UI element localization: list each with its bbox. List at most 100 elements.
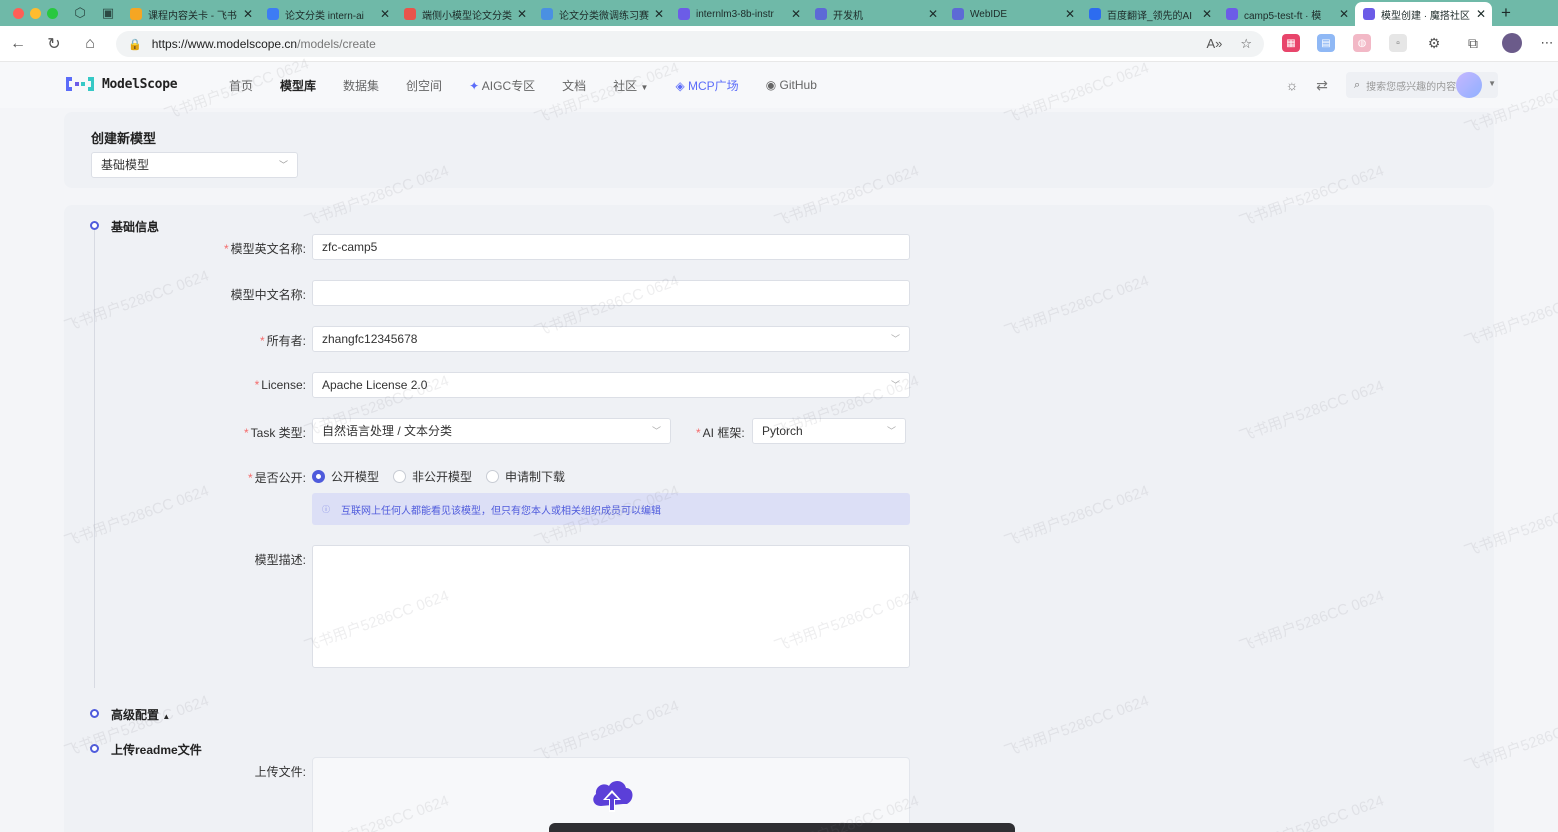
tab-favicon-icon [541,8,553,20]
nav-community[interactable]: 社区 ▼ [613,77,648,94]
tab-close-icon[interactable]: ✕ [243,7,253,21]
favorite-star-icon[interactable]: ☆ [1240,36,1252,52]
radio-apply[interactable]: 申请制下载 [486,468,565,485]
desc-textarea[interactable] [312,545,910,668]
close-window-button[interactable] [13,7,24,19]
step-readme-dot [90,744,99,753]
tab-favicon-icon [1363,8,1375,20]
browser-tab[interactable]: 课程内容关卡 - 飞书 ✕ [122,2,259,26]
nav-github[interactable]: ◉ GitHub [766,78,817,92]
tab-close-icon[interactable]: ✕ [1476,7,1486,21]
extension-gray-icon[interactable]: ▫ [1389,34,1407,52]
public-notice-text: 互联网上任何人都能看见该模型，但只有您本人或相关组织成员可以编辑 [341,505,661,517]
model-type-value: 基础模型 [101,158,150,172]
user-avatar[interactable] [1456,72,1482,98]
model-type-select[interactable]: 基础模型 ﹀ [91,152,298,178]
cn-name-input[interactable] [312,280,910,306]
browser-tab[interactable]: 开发机 ✕ [807,2,944,26]
upload-label: 上传文件: [254,765,306,779]
browser-tab[interactable]: internlm3-8b-instr ✕ [670,2,807,26]
browser-tab[interactable]: 论文分类微调练习赛 ✕ [533,2,670,26]
back-button[interactable]: ← [0,35,36,53]
tab-title: internlm3-8b-instr [696,8,774,20]
profile-avatar[interactable] [1502,33,1522,53]
extension-red-icon[interactable]: ▦ [1282,34,1300,52]
browser-tab[interactable]: 模型创建 · 魔搭社区 ✕ [1355,2,1492,26]
main-nav: 首页 模型库 数据集 创空间 ✦ AIGC专区 文档 社区 ▼ ◈ MCP广场 … [229,62,844,108]
nav-aigc[interactable]: ✦ AIGC专区 [469,77,535,94]
owner-select[interactable]: zhangfc12345678 ﹀ [312,326,910,352]
nav-models[interactable]: 模型库 [280,77,316,94]
nav-home[interactable]: 首页 [229,77,253,94]
nav-studios[interactable]: 创空间 [406,77,442,94]
browser-tab[interactable]: 端侧小模型论文分类 ✕ [396,2,533,26]
owner-value: zhangfc12345678 [322,332,418,346]
task-label-text: Task 类型 [250,426,303,440]
tab-close-icon[interactable]: ✕ [1339,7,1349,21]
tab-favicon-icon [1089,8,1101,20]
public-label-text: 是否公开 [254,471,303,485]
browser-tab[interactable]: WebIDE ✕ [944,2,1081,26]
framework-value: Pytorch [762,424,803,438]
tab-title: 百度翻译_领先的AI [1107,10,1193,22]
mcp-icon: ◈ [675,78,685,93]
license-select[interactable]: Apache License 2.0 ﹀ [312,372,910,398]
tab-close-icon[interactable]: ✕ [1202,7,1212,21]
tab-close-icon[interactable]: ✕ [928,7,938,21]
maximize-window-button[interactable] [47,7,58,19]
radio-public[interactable]: 公开模型 [312,468,379,485]
nav-datasets[interactable]: 数据集 [343,77,379,94]
framework-select[interactable]: Pytorch ﹀ [752,418,906,444]
tab-actions-icon[interactable]: ▣ [94,0,122,26]
url-host: https://www.modelscope.cn [151,37,298,51]
browser-tab[interactable]: 百度翻译_领先的AI ✕ [1081,2,1218,26]
en-name-input[interactable]: zfc-camp5 [312,234,910,260]
en-name-label: * 模型英文名称: [223,242,306,256]
avatar-chevron-icon[interactable]: ▼ [1488,79,1496,88]
more-menu-icon[interactable]: ⋯ [1538,34,1556,52]
modelscope-logo[interactable]: ModelScope [64,75,178,93]
read-aloud-icon[interactable]: A» [1206,36,1222,52]
theme-toggle-icon[interactable]: ☼ [1280,77,1304,93]
task-value: 自然语言处理 / 文本分类 [322,424,453,438]
nav-docs[interactable]: 文档 [562,77,586,94]
license-label-text: License [261,378,303,392]
chevron-down-icon: ﹀ [890,334,900,344]
url-field[interactable]: 🔒 https://www.modelscope.cn/models/creat… [116,31,1264,57]
new-tab-button[interactable]: + [1492,3,1520,23]
collections-icon[interactable]: ⧉ [1464,34,1482,52]
reload-button[interactable]: ↻ [36,34,72,54]
chevron-down-icon: ﹀ [278,160,288,170]
github-icon: ◉ [765,78,777,92]
workspaces-icon[interactable]: ⬡ [66,0,94,26]
tab-close-icon[interactable]: ✕ [654,7,664,21]
home-button[interactable]: ⌂ [72,35,108,53]
section-advanced-title[interactable]: 高级配置 ▲ [111,706,170,723]
tab-favicon-icon [815,8,827,20]
browser-tab[interactable]: camp5-test-ft · 模 ✕ [1218,2,1355,26]
upload-dropzone[interactable] [312,757,910,832]
extension-pink-icon[interactable]: ◍ [1353,34,1371,52]
radio-checked-icon [312,470,325,483]
task-select[interactable]: 自然语言处理 / 文本分类 ﹀ [312,418,671,444]
extension-blue-icon[interactable]: ▤ [1317,34,1335,52]
framework-label-text: AI 框架 [702,426,742,440]
tab-title: 模型创建 · 魔搭社区 [1381,10,1470,22]
browser-tab[interactable]: 论文分类 intern-ai ✕ [259,2,396,26]
extensions-puzzle-icon[interactable]: ⚙ [1425,34,1443,52]
tab-favicon-icon [404,8,416,20]
tab-close-icon[interactable]: ✕ [1065,7,1075,21]
section-basic-title: 基础信息 [111,220,160,234]
owner-label: * 所有者: [259,334,306,348]
tab-close-icon[interactable]: ✕ [791,7,801,21]
tab-favicon-icon [678,8,690,20]
translate-icon[interactable]: ⇄ [1310,77,1334,94]
minimize-window-button[interactable] [30,7,41,19]
tab-favicon-icon [1226,8,1238,20]
tab-close-icon[interactable]: ✕ [380,7,390,21]
tab-close-icon[interactable]: ✕ [517,7,527,21]
site-header: ModelScope 首页 模型库 数据集 创空间 ✦ AIGC专区 文档 社区… [0,62,1558,108]
nav-mcp[interactable]: ◈ MCP广场 [675,77,738,94]
license-label: * License: [254,378,306,392]
radio-private[interactable]: 非公开模型 [393,468,472,485]
